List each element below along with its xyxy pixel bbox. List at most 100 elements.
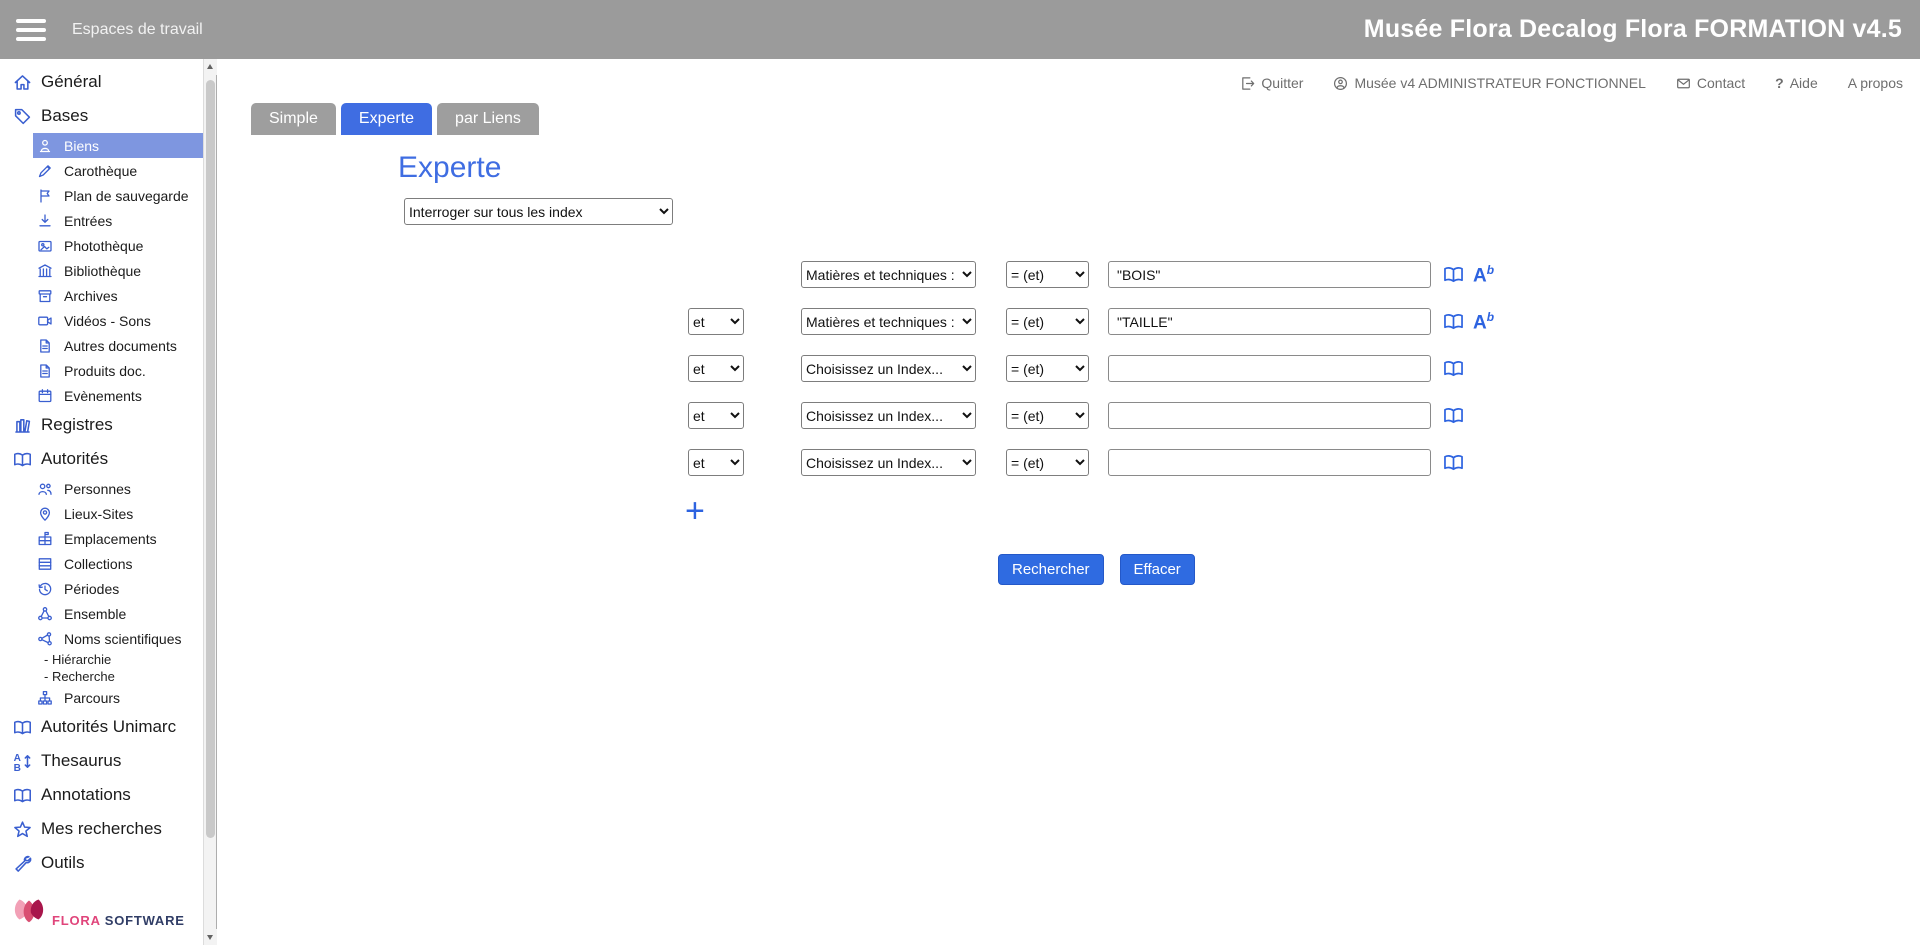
comparison-operator-select[interactable]: = (et)	[1006, 402, 1089, 429]
sidebar-item-plan-de-sauvegarde[interactable]: Plan de sauvegarde	[33, 183, 203, 208]
index-select[interactable]: Matières et techniques :	[801, 308, 976, 335]
sidebar-item-mes-recherches[interactable]: Mes recherches	[0, 812, 203, 846]
sidebar-scrollbar[interactable]	[203, 59, 216, 945]
sidebar-item-bases[interactable]: Bases	[0, 99, 203, 133]
a-superscript-b-icon: Ab	[1473, 264, 1494, 285]
sidebar-item-label: Parcours	[64, 690, 120, 706]
flora-butterfly-icon	[10, 890, 48, 933]
sidebar-item-thesaurus[interactable]: ABThesaurus	[0, 744, 203, 778]
sidebar-item-noms-scientifiques[interactable]: Noms scientifiques	[33, 626, 203, 651]
scrollbar-thumb[interactable]	[206, 80, 215, 838]
a-superscript-b-icon: Ab	[1473, 311, 1494, 332]
boolean-operator-select[interactable]: et	[688, 449, 744, 476]
video-icon	[35, 313, 55, 329]
sidebar-item-hierarchie[interactable]: - Hiérarchie	[44, 651, 203, 668]
comparison-operator-select[interactable]: = (et)	[1006, 308, 1089, 335]
archive-icon	[35, 288, 55, 304]
clear-button[interactable]: Effacer	[1120, 554, 1195, 585]
comparison-operator-select[interactable]: = (et)	[1006, 449, 1089, 476]
sidebar-item-emplacements[interactable]: Emplacements	[33, 526, 203, 551]
scroll-down-arrow-icon[interactable]	[204, 929, 217, 945]
sidebar-item-personnes[interactable]: Personnes	[33, 476, 203, 501]
map-pin-icon	[35, 506, 55, 522]
books-icon	[12, 416, 32, 435]
toolbar-link-aide[interactable]: ?Aide	[1775, 75, 1818, 91]
sidebar-item-collections[interactable]: Collections	[33, 551, 203, 576]
sidebar-item-outils[interactable]: Outils	[0, 846, 203, 880]
tab-experte[interactable]: Experte	[341, 103, 432, 135]
sidebar-item-general[interactable]: Général	[0, 65, 203, 99]
sidebar-item-entrees[interactable]: Entrées	[33, 208, 203, 233]
sidebar-item-periodes[interactable]: Périodes	[33, 576, 203, 601]
sidebar-item-label: Plan de sauvegarde	[64, 188, 189, 204]
scroll-up-arrow-icon[interactable]	[204, 59, 217, 75]
sidebar-item-parcours[interactable]: Parcours	[33, 685, 203, 710]
toolbar-link-user[interactable]: Musée v4 ADMINISTRATEUR FONCTIONNEL	[1333, 75, 1645, 91]
index-lookup-button[interactable]	[1441, 311, 1466, 332]
term-expansion-button[interactable]: Ab	[1473, 311, 1494, 332]
sidebar-item-carotheque[interactable]: Carothèque	[33, 158, 203, 183]
sidebar-item-autres-documents[interactable]: Autres documents	[33, 333, 203, 358]
sidebar-item-produits-doc[interactable]: Produits doc.	[33, 358, 203, 383]
toolbar-link-label: Musée v4 ADMINISTRATEUR FONCTIONNEL	[1354, 75, 1645, 91]
toolbar-link-quitter[interactable]: Quitter	[1240, 75, 1303, 91]
index-select[interactable]: Matières et techniques :	[801, 261, 976, 288]
sidebar-item-autorites-unimarc[interactable]: Autorités Unimarc	[0, 710, 203, 744]
boolean-operator-select[interactable]: et	[688, 355, 744, 382]
sidebar-item-label: Périodes	[64, 581, 119, 597]
star-icon	[12, 820, 32, 839]
query-rows: Matières et techniques : = (et) Ab et Matiè…	[251, 261, 1905, 476]
hamburger-menu-button[interactable]	[14, 15, 48, 45]
sidebar-item-evenements[interactable]: Evènements	[33, 383, 203, 408]
open-book-icon	[1441, 452, 1466, 473]
term-expansion-button[interactable]: Ab	[1473, 264, 1494, 285]
index-lookup-button[interactable]	[1441, 452, 1466, 473]
sidebar-item-ensemble[interactable]: Ensemble	[33, 601, 203, 626]
workspace-label[interactable]: Espaces de travail	[72, 21, 203, 39]
index-lookup-button[interactable]	[1441, 405, 1466, 426]
index-select[interactable]: Choisissez un Index...	[801, 449, 976, 476]
sidebar-item-phototheque[interactable]: Photothèque	[33, 233, 203, 258]
boolean-operator-select[interactable]: et	[688, 402, 744, 429]
query-value-input[interactable]	[1108, 449, 1431, 476]
sidebar-item-biens[interactable]: Biens	[33, 133, 203, 158]
query-value-input[interactable]	[1108, 355, 1431, 382]
sidebar-item-registres[interactable]: Registres	[0, 408, 203, 442]
sidebar-item-recherche[interactable]: - Recherche	[44, 668, 203, 685]
index-scope-select[interactable]: Interroger sur tous les index	[404, 198, 673, 225]
comparison-operator-select[interactable]: = (et)	[1006, 261, 1089, 288]
open-book-icon	[12, 786, 32, 805]
comparison-operator-select[interactable]: = (et)	[1006, 355, 1089, 382]
toolbar-link-a-propos[interactable]: A propos	[1848, 75, 1903, 91]
query-value-input[interactable]	[1108, 261, 1431, 288]
index-lookup-button[interactable]	[1441, 264, 1466, 285]
query-value-input[interactable]	[1108, 308, 1431, 335]
sidebar-item-label: Autres documents	[64, 338, 177, 354]
toolbar-link-contact[interactable]: Contact	[1676, 75, 1745, 91]
boolean-operator-select[interactable]: et	[688, 308, 744, 335]
add-row-button[interactable]: +	[685, 496, 705, 526]
sidebar-item-label: Bibliothèque	[64, 263, 141, 279]
sidebar-item-archives[interactable]: Archives	[33, 283, 203, 308]
app-title: Musée Flora Decalog Flora FORMATION v4.5	[1364, 15, 1902, 44]
sidebar-item-videos-sons[interactable]: Vidéos - Sons	[33, 308, 203, 333]
index-select[interactable]: Choisissez un Index...	[801, 355, 976, 382]
index-select[interactable]: Choisissez un Index...	[801, 402, 976, 429]
core-sample-icon	[35, 163, 55, 179]
envelope-icon	[1676, 76, 1691, 91]
tab-simple[interactable]: Simple	[251, 103, 336, 135]
open-book-icon	[12, 450, 32, 469]
sidebar-item-bibliotheque[interactable]: Bibliothèque	[33, 258, 203, 283]
sidebar-item-autorites[interactable]: Autorités	[0, 442, 203, 476]
index-lookup-button[interactable]	[1441, 358, 1466, 379]
molecule-icon	[35, 631, 55, 647]
sidebar-item-label: Autorités	[41, 449, 108, 469]
sidebar: GénéralBasesBiensCarothèque Plan de sauve…	[0, 59, 217, 945]
tab-par-liens[interactable]: par Liens	[437, 103, 539, 135]
search-button[interactable]: Rechercher	[998, 554, 1104, 585]
tab-label: Simple	[269, 110, 318, 127]
sidebar-item-annotations[interactable]: Annotations	[0, 778, 203, 812]
query-value-input[interactable]	[1108, 402, 1431, 429]
home-icon	[12, 73, 32, 92]
sidebar-item-lieux-sites[interactable]: Lieux-Sites	[33, 501, 203, 526]
